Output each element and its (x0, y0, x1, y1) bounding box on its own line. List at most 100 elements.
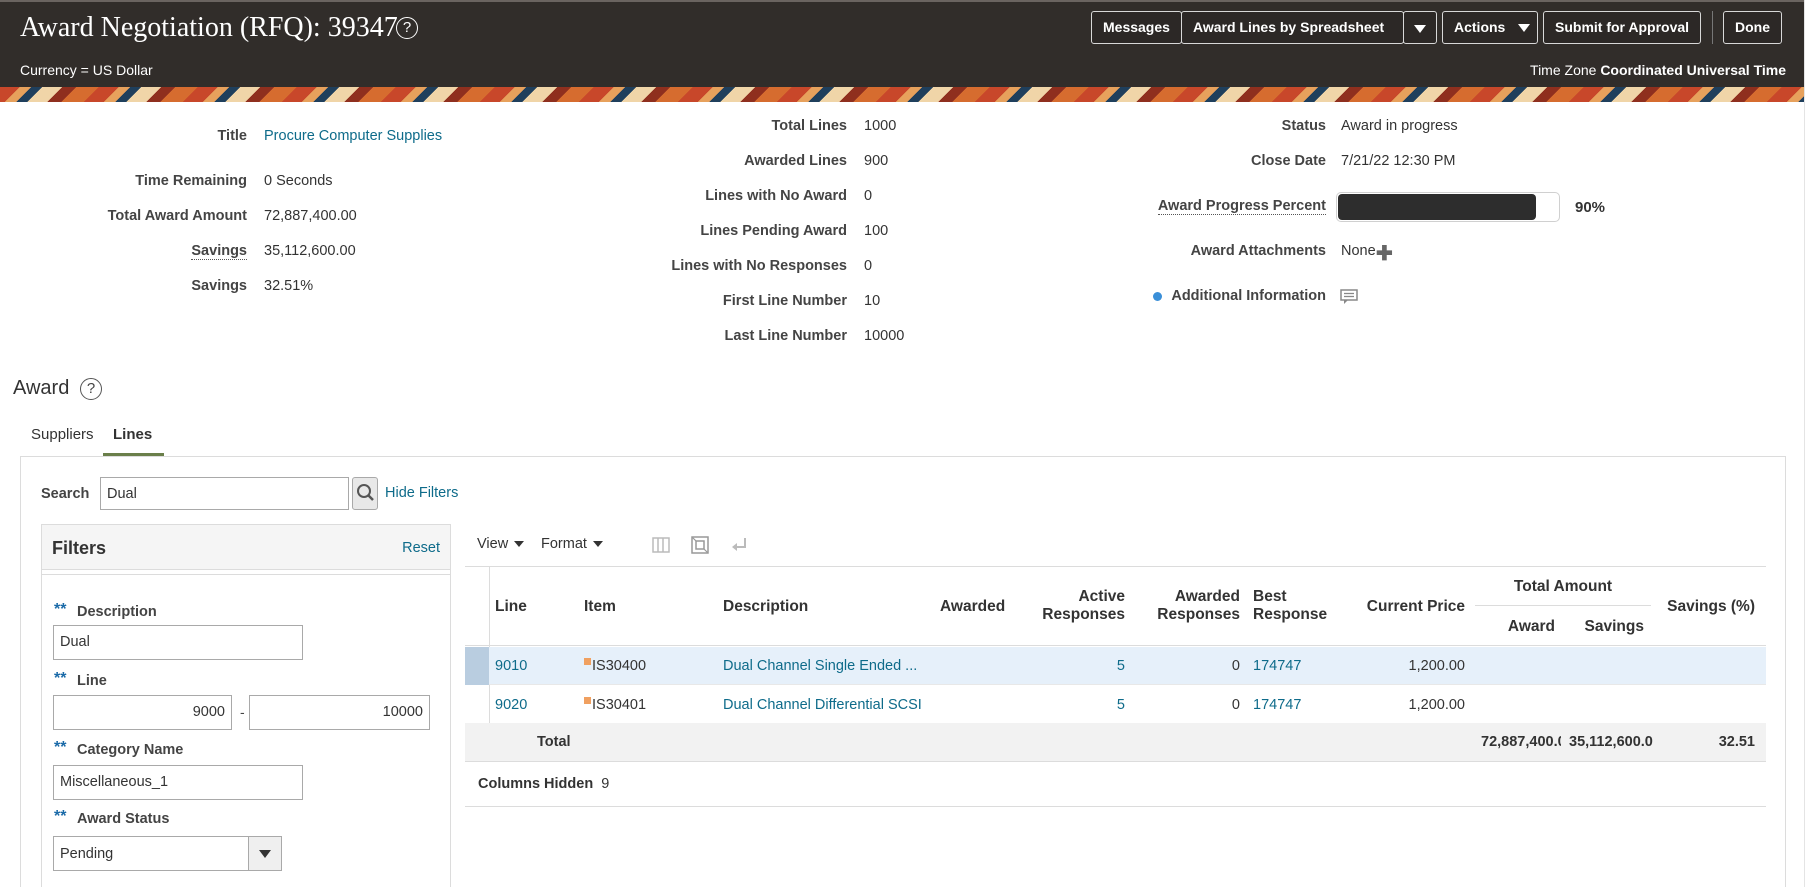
column-header-savings-percent[interactable]: Savings (%) (1655, 598, 1755, 616)
format-menu-label: Format (541, 536, 587, 552)
view-menu[interactable]: View (477, 536, 525, 552)
table-row[interactable]: 9020 IS30401 Dual Channel Differential S… (465, 686, 1766, 724)
award-progress-fill (1338, 194, 1536, 220)
description-link[interactable]: Dual Channel Single Ended ... (723, 658, 923, 674)
help-icon[interactable]: ? (80, 378, 102, 400)
description-filter-label: Description (77, 604, 157, 620)
award-attachments-label: Award Attachments (1190, 243, 1326, 259)
lines-pending-award-value: 100 (864, 223, 889, 239)
detach-icon[interactable] (690, 535, 710, 555)
help-icon[interactable]: ? (396, 17, 418, 39)
category-filter-input[interactable]: Miscellaneous_1 (53, 765, 303, 800)
columns-hidden-indicator: Columns Hidden 9 (478, 776, 609, 792)
first-line-number-value: 10 (864, 293, 881, 309)
header-separator (1712, 11, 1713, 44)
description-filter-input[interactable]: Dual (53, 625, 303, 660)
required-marker: ** (54, 670, 67, 687)
add-icon[interactable]: ✚ (1376, 241, 1393, 266)
freeze-icon[interactable] (651, 535, 671, 555)
tab-suppliers[interactable]: Suppliers (31, 426, 94, 443)
done-button[interactable]: Done (1723, 11, 1782, 44)
line-from-input[interactable]: 9000 (53, 695, 232, 730)
column-header-line[interactable]: Line (495, 598, 527, 616)
title-label: Title (217, 128, 247, 144)
format-menu[interactable]: Format (541, 536, 603, 552)
columns-hidden-count: 9 (601, 776, 610, 792)
column-header-award[interactable]: Award (1475, 618, 1555, 636)
lines-no-responses-label: Lines with No Responses (671, 258, 847, 274)
close-date-label: Close Date (1251, 153, 1326, 169)
current-price-value: 1,200.00 (1408, 697, 1465, 713)
title-link[interactable]: Procure Computer Supplies (264, 128, 442, 144)
column-header-best-response[interactable]: Best Response (1253, 588, 1327, 624)
first-line-number-label: First Line Number (722, 293, 847, 309)
chevron-down-icon (514, 541, 525, 548)
column-header-awarded[interactable]: Awarded (940, 598, 1005, 616)
page-scrollbar[interactable] (1804, 0, 1818, 887)
header-top-line (0, 0, 1818, 2)
category-filter-label: Category Name (77, 742, 184, 758)
timezone-value: Coordinated Universal Time (1600, 62, 1786, 78)
reset-filters-link[interactable]: Reset (402, 540, 440, 556)
award-lines-dropdown-button[interactable] (1403, 11, 1437, 44)
item-value: IS30400 (592, 658, 647, 674)
awarded-responses-value: 0 (1231, 697, 1240, 713)
submit-for-approval-button[interactable]: Submit for Approval (1543, 11, 1702, 44)
table-row[interactable]: 9010 IS30400 Dual Channel Single Ended .… (465, 647, 1766, 685)
description-link[interactable]: Dual Channel Differential SCSI (723, 697, 933, 713)
column-header-savings[interactable]: Savings (1565, 618, 1644, 636)
column-header-description[interactable]: Description (723, 598, 808, 616)
timezone-label: Time Zone Coordinated Universal Time (1530, 62, 1786, 78)
hide-filters-link[interactable]: Hide Filters (385, 485, 458, 501)
search-icon (357, 484, 374, 501)
line-number-link[interactable]: 9010 (495, 658, 527, 674)
best-response-link[interactable]: 174747 (1253, 697, 1301, 713)
filters-title: Filters (52, 538, 107, 558)
column-header-awarded-responses[interactable]: Awarded Responses (1135, 588, 1240, 624)
column-header-active-responses-line1: Active (1078, 588, 1125, 605)
additional-info-icon[interactable] (1340, 289, 1358, 305)
savings-percent-value: 32.51% (264, 278, 314, 294)
total-lines-label: Total Lines (771, 118, 847, 134)
column-group-divider (1475, 605, 1651, 606)
item-value: IS30401 (592, 697, 647, 713)
row-selector[interactable] (465, 686, 489, 724)
best-response-link[interactable]: 174747 (1253, 658, 1301, 674)
award-lines-by-spreadsheet-button[interactable]: Award Lines by Spreadsheet (1193, 12, 1384, 43)
decorative-banner (0, 87, 1818, 102)
line-to-input[interactable]: 10000 (249, 695, 430, 730)
award-status-filter-label: Award Status (77, 811, 170, 827)
table-bottom-border (465, 806, 1766, 807)
savings-amount-label[interactable]: Savings (191, 243, 247, 260)
messages-button[interactable]: Messages (1091, 11, 1182, 44)
page-title: Award Negotiation (RFQ): 39347 (20, 12, 398, 43)
column-header-best-response-line1: Best (1253, 588, 1287, 605)
column-header-awarded-responses-line1: Awarded (1174, 588, 1240, 605)
savings-percent-label: Savings (191, 278, 247, 294)
award-progress-label[interactable]: Award Progress Percent (1157, 198, 1326, 215)
additional-information-label: Additional Information (1171, 288, 1326, 304)
column-header-best-response-line2: Response (1253, 606, 1328, 623)
required-marker: ** (54, 601, 67, 618)
row-selector[interactable] (465, 647, 489, 685)
lines-no-responses-value: 0 (864, 258, 873, 274)
tab-lines[interactable]: Lines (113, 426, 152, 443)
active-responses-link[interactable]: 5 (1025, 697, 1125, 713)
column-header-current-price[interactable]: Current Price (1345, 598, 1465, 616)
award-status-dropdown-button[interactable] (248, 837, 281, 870)
status-label: Status (1281, 118, 1326, 134)
column-header-active-responses[interactable]: Active Responses (1025, 588, 1125, 624)
award-progress-percent: 90% (1575, 199, 1606, 216)
column-header-active-responses-line2: Responses (1042, 606, 1125, 623)
actions-button[interactable]: Actions (1442, 11, 1538, 44)
column-header-item[interactable]: Item (584, 598, 616, 616)
award-section-title: Award (13, 377, 70, 399)
search-input[interactable] (100, 477, 349, 510)
active-responses-link[interactable]: 5 (1025, 658, 1125, 674)
line-number-link[interactable]: 9020 (495, 697, 527, 713)
wrap-icon[interactable] (729, 535, 749, 555)
search-button[interactable] (352, 477, 378, 510)
award-status-selected-value: Pending (60, 846, 114, 862)
award-status-select[interactable]: Pending (53, 836, 282, 871)
filters-header: Filters Reset (42, 524, 450, 570)
